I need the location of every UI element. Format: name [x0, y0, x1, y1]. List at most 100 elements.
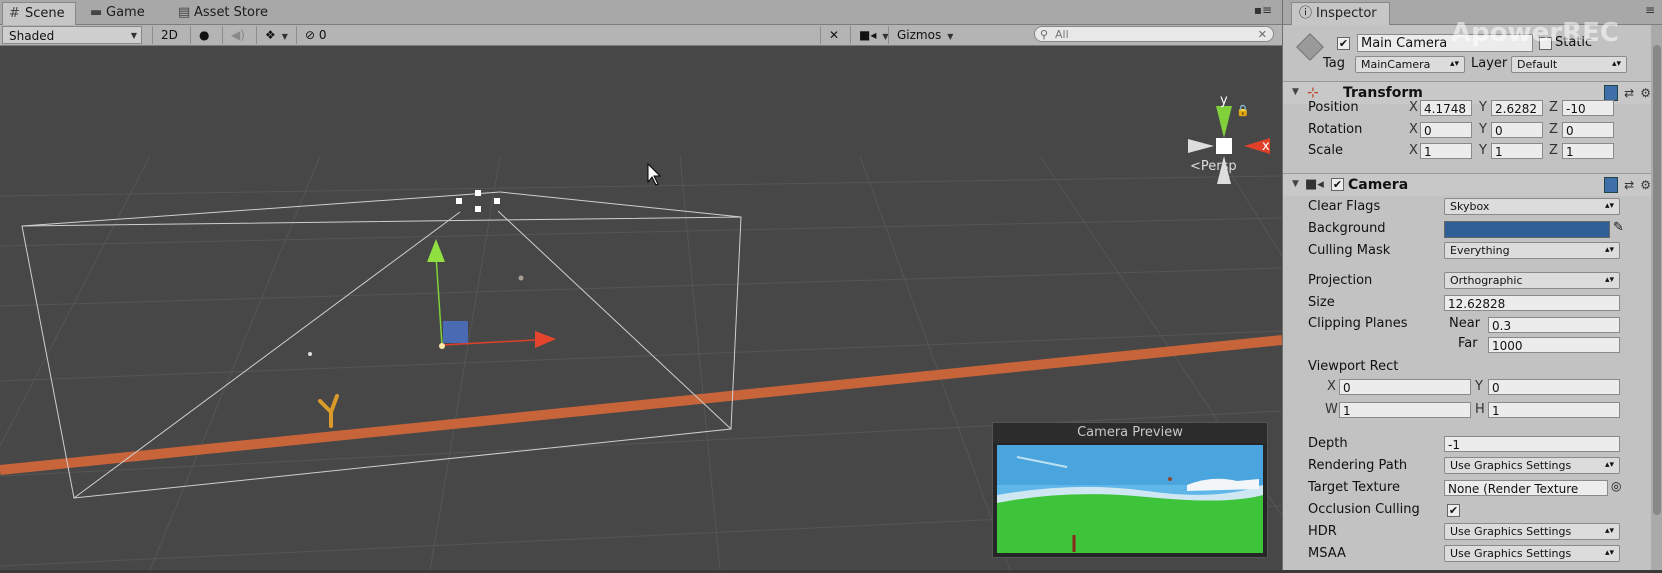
camera-preview-scene [997, 445, 1263, 553]
viewport-w-field[interactable]: 1 [1339, 402, 1471, 418]
rendering-path-row: Rendering Path Use Graphics Settings ▴▾ [1283, 456, 1662, 476]
lighting-toggle-button[interactable]: ● [190, 26, 217, 44]
msaa-dropdown[interactable]: Use Graphics Settings ▴▾ [1444, 545, 1620, 562]
grid-icon: # [9, 6, 20, 21]
chevron-down-icon: ▼ [281, 32, 288, 41]
rotation-z-field[interactable]: 0 [1562, 122, 1614, 138]
object-active-checkbox[interactable]: ✔ [1337, 37, 1350, 50]
scale-z-field[interactable]: 1 [1562, 143, 1614, 159]
clear-search-icon[interactable]: ✕ [1258, 27, 1267, 43]
occlusion-culling-row: Occlusion Culling ✔ [1308, 502, 1460, 517]
tab-inspector[interactable]: ⓘ Inspector [1291, 2, 1390, 25]
fold-arrow-icon[interactable]: ▼ [1292, 87, 1299, 97]
tag-dropdown[interactable]: MainCamera ▴▾ [1355, 56, 1465, 73]
shading-mode-dropdown[interactable]: Shaded ▼ [2, 26, 142, 44]
projection-toggle[interactable]: <Persp [1190, 159, 1237, 174]
target-texture-field[interactable]: None (Render Texture [1444, 480, 1608, 496]
wrench-icon: ✕ [829, 28, 840, 42]
info-icon: ⓘ [1299, 6, 1313, 21]
size-row: Size 12.62828 [1283, 293, 1662, 313]
scene-toolbar: Shaded ▼ 2D ● ◀) ❖ ▼ ⊘ 0 ✕ ■◂ ▼ Gizmos ▼ ⚲ … [0, 25, 1282, 46]
scale-y-field[interactable]: 1 [1491, 143, 1543, 159]
near-plane-field[interactable]: 0.3 [1488, 317, 1620, 333]
speaker-icon: ◀) [231, 28, 245, 42]
light-dot [518, 275, 524, 281]
camera-enabled-checkbox[interactable]: ✔ [1331, 178, 1344, 191]
scene-tab-menu-icon[interactable]: ▪≡ [1254, 3, 1272, 17]
position-y-field[interactable]: 2.6282 [1491, 100, 1543, 116]
effects-dropdown[interactable]: ❖ ▼ [256, 26, 296, 44]
viewport-y-field[interactable]: 0 [1488, 379, 1620, 395]
occlusion-culling-checkbox[interactable]: ✔ [1447, 504, 1460, 517]
culling-mask-dropdown[interactable]: Everything ▴▾ [1444, 242, 1620, 259]
position-x-field[interactable]: 4.1748 [1420, 100, 1472, 116]
help-book-icon[interactable] [1604, 177, 1619, 193]
bag-icon: ▤ [178, 5, 191, 20]
tools-button[interactable]: ✕ [820, 26, 847, 44]
tab-asset-store[interactable]: ▤ Asset Store [172, 2, 278, 24]
hdr-dropdown[interactable]: Use Graphics Settings ▴▾ [1444, 523, 1620, 540]
dropdown-arrows-icon: ▴▾ [1604, 201, 1614, 211]
position-z-field[interactable]: -10 [1562, 100, 1614, 116]
audio-toggle-button[interactable]: ◀) [222, 26, 253, 44]
preset-icon[interactable]: ⇄ [1624, 178, 1634, 192]
axis-x-label: x [1262, 139, 1270, 154]
dropdown-arrows-icon: ▴▾ [1604, 245, 1614, 255]
watermark-text: ApowerREC [1451, 18, 1619, 48]
position-row: Position X 4.1748 Y 2.6282 Z -10 [1283, 98, 1662, 118]
gizmos-dropdown[interactable]: Gizmos ▼ [888, 26, 961, 44]
dropdown-arrows-icon: ▴▾ [1449, 59, 1459, 69]
component-header-icons: ⇄ ⚙ [1598, 177, 1651, 193]
inspector-menu-icon[interactable]: ≡ [1645, 3, 1655, 17]
scrollbar-thumb[interactable] [1653, 45, 1661, 515]
gear-icon[interactable]: ⚙ [1640, 178, 1651, 192]
clear-flags-dropdown[interactable]: Skybox ▴▾ [1444, 198, 1620, 215]
lock-icon[interactable]: 🔒 [1236, 104, 1250, 117]
rotation-y-field[interactable]: 0 [1491, 122, 1543, 138]
camera-component-icon: ■◂ [1305, 177, 1324, 192]
dropdown-arrows-icon: ▴▾ [1604, 526, 1614, 536]
background-color-swatch[interactable] [1444, 221, 1610, 238]
effects-icon: ❖ [265, 28, 276, 42]
scale-x-field[interactable]: 1 [1420, 143, 1472, 159]
viewport-x-field[interactable]: 0 [1339, 379, 1471, 395]
projection-row: Projection Orthographic ▴▾ [1283, 271, 1662, 291]
target-texture-row: Target Texture None (Render Texture ◎ [1308, 479, 1622, 496]
gameobject-cube-icon [1296, 33, 1324, 61]
projection-dropdown[interactable]: Orthographic ▴▾ [1444, 272, 1620, 289]
eyedropper-icon[interactable]: ✎ [1613, 220, 1624, 235]
background-row: Background ✎ [1308, 220, 1624, 238]
viewport-h-field[interactable]: 1 [1488, 402, 1620, 418]
point-dot [308, 352, 312, 356]
gamepad-icon: ▬ [90, 5, 103, 20]
eye-off-icon: ⊘ [305, 28, 316, 42]
far-plane-field[interactable]: 1000 [1488, 337, 1620, 353]
layer-dropdown[interactable]: Default ▴▾ [1511, 56, 1627, 73]
dropdown-arrows-icon: ▴▾ [1604, 275, 1614, 285]
viewport-wh-row: W 1 H 1 [1283, 400, 1662, 420]
clipping-planes-row: Clipping Planes Near 0.3 Far 1000 [1283, 314, 1662, 354]
tag-label: Tag [1323, 56, 1346, 71]
size-field[interactable]: 12.62828 [1444, 295, 1620, 311]
hdr-row: HDR Use Graphics Settings ▴▾ [1283, 522, 1662, 542]
rotation-x-field[interactable]: 0 [1420, 122, 1472, 138]
fold-arrow-icon[interactable]: ▼ [1292, 179, 1299, 189]
camera-header[interactable]: ▼ ■◂ ✔ Camera ⇄ ⚙ [1283, 173, 1662, 196]
mouse-cursor-icon [647, 162, 662, 186]
axis-y-label: y [1220, 93, 1228, 108]
depth-field[interactable]: -1 [1444, 436, 1620, 452]
search-icon: ⚲ [1040, 28, 1049, 41]
object-picker-icon[interactable]: ◎ [1611, 479, 1621, 493]
inspector-panel: ⓘ Inspector ≡ ✔ Main Camera Static Tag M… [1282, 0, 1662, 570]
tab-game[interactable]: ▬ Game [84, 2, 155, 24]
2d-toggle-button[interactable]: 2D [152, 26, 186, 44]
hidden-objects-toggle[interactable]: ⊘ 0 [296, 26, 335, 44]
slingshot-object[interactable] [318, 394, 339, 428]
move-gizmo[interactable] [427, 239, 556, 349]
inspector-scrollbar[interactable] [1651, 25, 1662, 570]
tab-scene[interactable]: # Scene [2, 2, 76, 25]
rendering-path-dropdown[interactable]: Use Graphics Settings ▴▾ [1444, 457, 1620, 474]
scene-tabbar: # Scene ▬ Game ▤ Asset Store ▪≡ [0, 0, 1282, 25]
scene-search-input[interactable]: ⚲ All ✕ [1034, 26, 1274, 42]
depth-row: Depth -1 [1283, 434, 1662, 454]
